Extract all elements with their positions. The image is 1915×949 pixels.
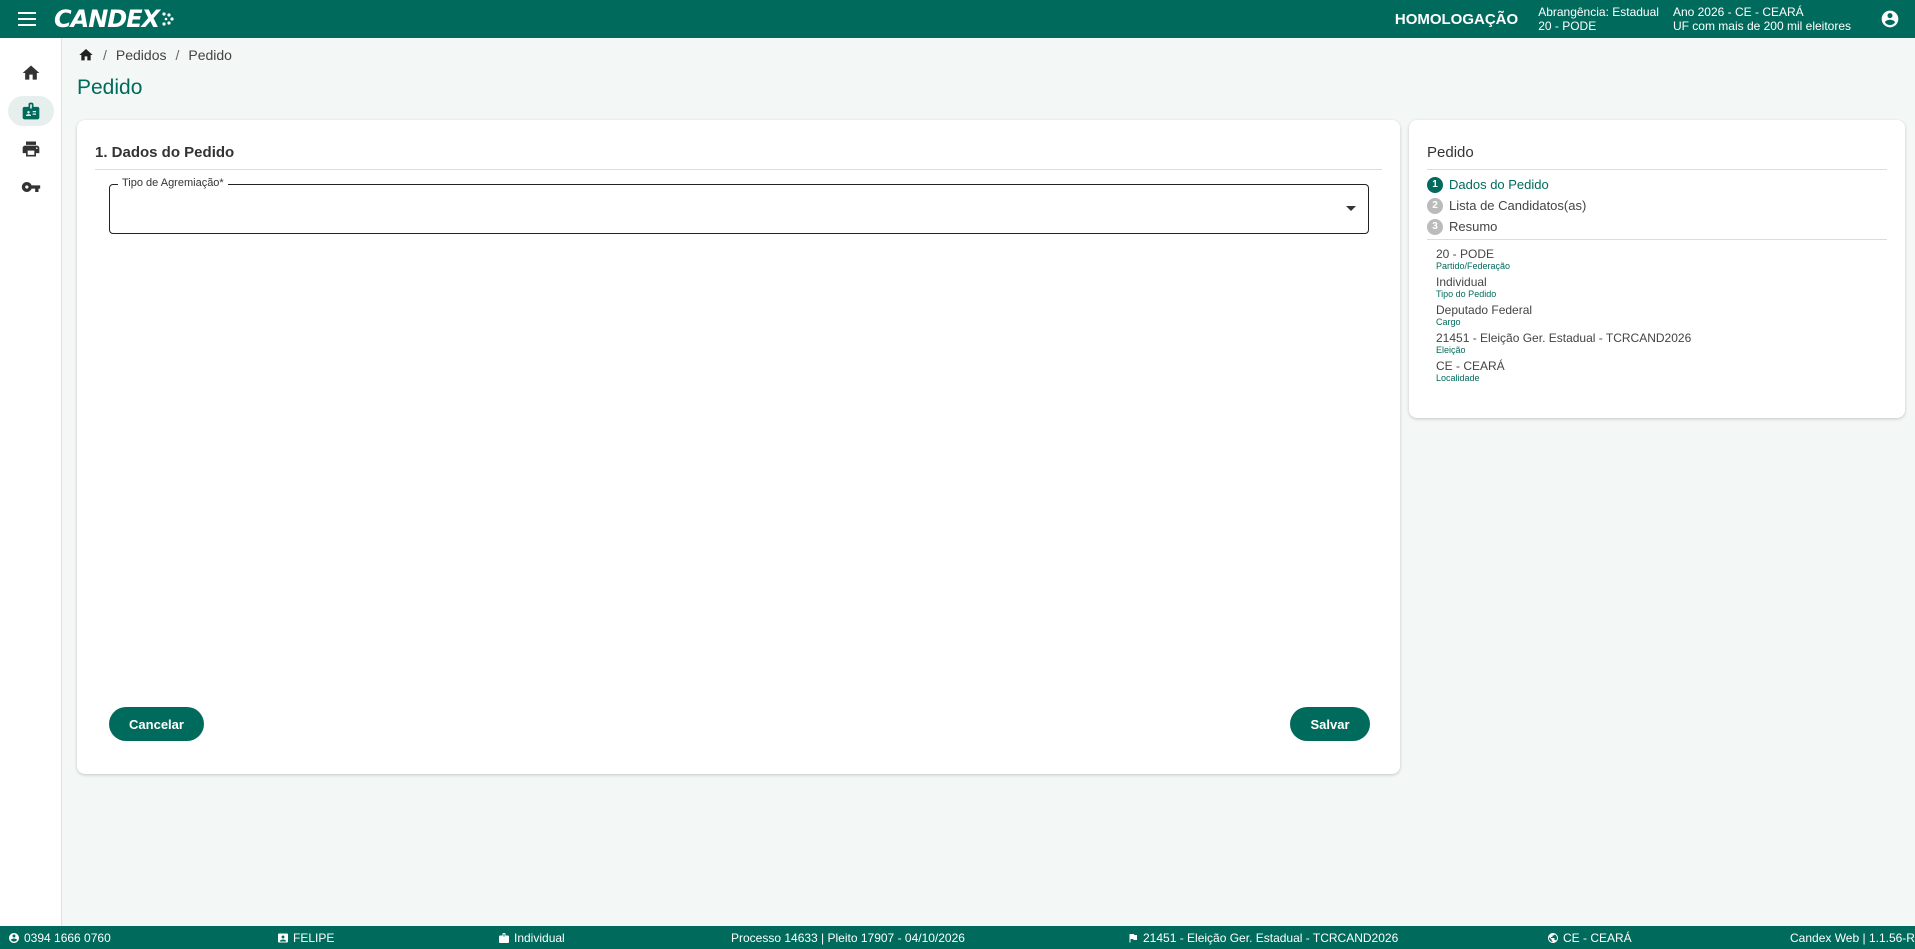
summary-title: Pedido <box>1427 144 1474 161</box>
breadcrumb-item-current: Pedido <box>188 47 232 63</box>
summary-label: Localidade <box>1436 373 1480 383</box>
flag-icon <box>1129 933 1137 942</box>
step-lista-candidatos[interactable]: 2 Lista de Candidatos(as) <box>1427 195 1586 216</box>
sidebar-item-key[interactable] <box>8 172 54 202</box>
menu-button[interactable] <box>0 0 54 38</box>
logo-text: CANDEX <box>54 5 160 33</box>
app-logo[interactable]: CANDEX <box>54 5 175 33</box>
footer-order-type: Individual <box>498 926 565 949</box>
step-number: 2 <box>1427 197 1443 214</box>
footer-user-name: FELIPE <box>277 926 334 949</box>
step-number: 3 <box>1427 218 1443 235</box>
step-label: Resumo <box>1449 219 1498 234</box>
sidebar-item-pedidos[interactable] <box>7 96 54 126</box>
footer-locality-text: CE - CEARÁ <box>1563 930 1632 945</box>
printer-icon <box>22 141 39 157</box>
scope-info: Abrangência: Estadual 20 - PODE <box>1538 5 1659 33</box>
breadcrumb: / Pedidos / Pedido <box>78 47 232 63</box>
summary-item-localidade: CE - CEARÁ Localidade <box>1436 359 1691 383</box>
account-circle-icon <box>1881 10 1899 28</box>
sidebar <box>0 38 62 926</box>
year-line-2: UF com mais de 200 mil eleitores <box>1672 19 1851 33</box>
summary-item-partido: 20 - PODE Partido/Federação <box>1436 247 1691 271</box>
id-badge-icon <box>499 932 509 943</box>
tipo-agremiacao-label: Tipo de Agremiação* <box>118 177 228 189</box>
step-list: 1 Dados do Pedido 2 Lista de Candidatos(… <box>1427 174 1586 237</box>
summary-item-cargo: Deputado Federal Cargo <box>1436 303 1691 327</box>
account-circle-icon <box>9 932 19 943</box>
footer-version: Candex Web | 1.1.56-RC <box>1790 926 1915 949</box>
sidebar-item-print[interactable] <box>8 134 54 164</box>
summary-divider <box>1427 169 1887 170</box>
summary-card: Pedido 1 Dados do Pedido 2 Lista de Cand… <box>1409 120 1905 418</box>
summary-item-tipo: Individual Tipo do Pedido <box>1436 275 1691 299</box>
home-icon[interactable] <box>78 47 94 63</box>
logo-dots-icon <box>162 12 174 26</box>
save-button[interactable]: Salvar <box>1290 707 1370 741</box>
footer-order-type-text: Individual <box>514 930 565 945</box>
year-line-1: Ano 2026 - CE - CEARÁ <box>1672 5 1804 19</box>
id-badge-icon <box>22 102 39 120</box>
breadcrumb-separator: / <box>175 47 180 63</box>
section-title: 1. Dados do Pedido <box>95 144 235 161</box>
tipo-agremiacao-select[interactable]: Tipo de Agremiação* <box>109 177 1369 234</box>
summary-label: Partido/Federação <box>1436 261 1511 271</box>
summary-list: 20 - PODE Partido/Federação Individual T… <box>1436 247 1691 387</box>
footer-locality: CE - CEARÁ <box>1547 926 1632 949</box>
form-card: 1. Dados do Pedido Tipo de Agremiação* C… <box>77 120 1400 774</box>
home-icon <box>22 65 39 80</box>
step-dados-do-pedido[interactable]: 1 Dados do Pedido <box>1427 174 1586 195</box>
person-badge-icon <box>278 933 288 942</box>
key-icon <box>21 182 40 192</box>
step-label: Dados do Pedido <box>1449 177 1549 192</box>
footer-election: 21451 - Eleição Ger. Estadual - TCRCAND2… <box>1127 926 1398 949</box>
summary-value: 20 - PODE <box>1436 247 1495 261</box>
footer-process-text: Processo 14633 | Pleito 17907 - 04/10/20… <box>731 930 965 945</box>
summary-value: CE - CEARÁ <box>1436 359 1505 373</box>
dropdown-arrow-icon <box>1346 206 1356 211</box>
footer-version-text: Candex Web | 1.1.56-RC <box>1790 930 1915 945</box>
step-number: 1 <box>1427 176 1443 193</box>
page-title: Pedido <box>77 76 143 99</box>
step-resumo[interactable]: 3 Resumo <box>1427 216 1586 237</box>
summary-label: Tipo do Pedido <box>1436 289 1497 299</box>
breadcrumb-separator: / <box>103 47 107 63</box>
summary-item-eleicao: 21451 - Eleição Ger. Estadual - TCRCAND2… <box>1436 331 1691 355</box>
footer-process: Processo 14633 | Pleito 17907 - 04/10/20… <box>731 926 965 949</box>
hamburger-menu-icon <box>18 12 36 26</box>
summary-value: Deputado Federal <box>1436 303 1533 317</box>
cancel-button[interactable]: Cancelar <box>109 707 204 741</box>
breadcrumb-item-pedidos[interactable]: Pedidos <box>116 47 167 63</box>
summary-label: Cargo <box>1436 317 1461 327</box>
step-label: Lista de Candidatos(as) <box>1449 198 1587 213</box>
scope-line-2: 20 - PODE <box>1538 19 1597 33</box>
summary-value: 21451 - Eleição Ger. Estadual - TCRCAND2… <box>1436 331 1692 345</box>
sidebar-item-home[interactable] <box>8 58 54 88</box>
summary-value: Individual <box>1436 275 1487 289</box>
footer-user-id-text: 0394 1666 0760 <box>24 930 111 945</box>
globe-icon <box>1548 932 1558 943</box>
footer-user-id: 0394 1666 0760 <box>8 926 111 949</box>
top-app-bar: CANDEX HOMOLOGAÇÃO Abrangência: Estadual… <box>0 0 1915 38</box>
status-bar: 0394 1666 0760 FELIPE Individual Process… <box>0 926 1915 949</box>
environment-label: HOMOLOGAÇÃO <box>1394 10 1519 28</box>
year-info: Ano 2026 - CE - CEARÁ UF com mais de 200… <box>1673 5 1851 33</box>
summary-divider <box>1427 239 1887 240</box>
footer-election-text: 21451 - Eleição Ger. Estadual - TCRCAND2… <box>1143 930 1399 945</box>
account-button[interactable] <box>1865 0 1915 38</box>
section-divider <box>95 169 1382 170</box>
summary-label: Eleição <box>1436 345 1466 355</box>
footer-user-name-text: FELIPE <box>293 930 335 945</box>
scope-line-1: Abrangência: Estadual <box>1538 5 1659 19</box>
